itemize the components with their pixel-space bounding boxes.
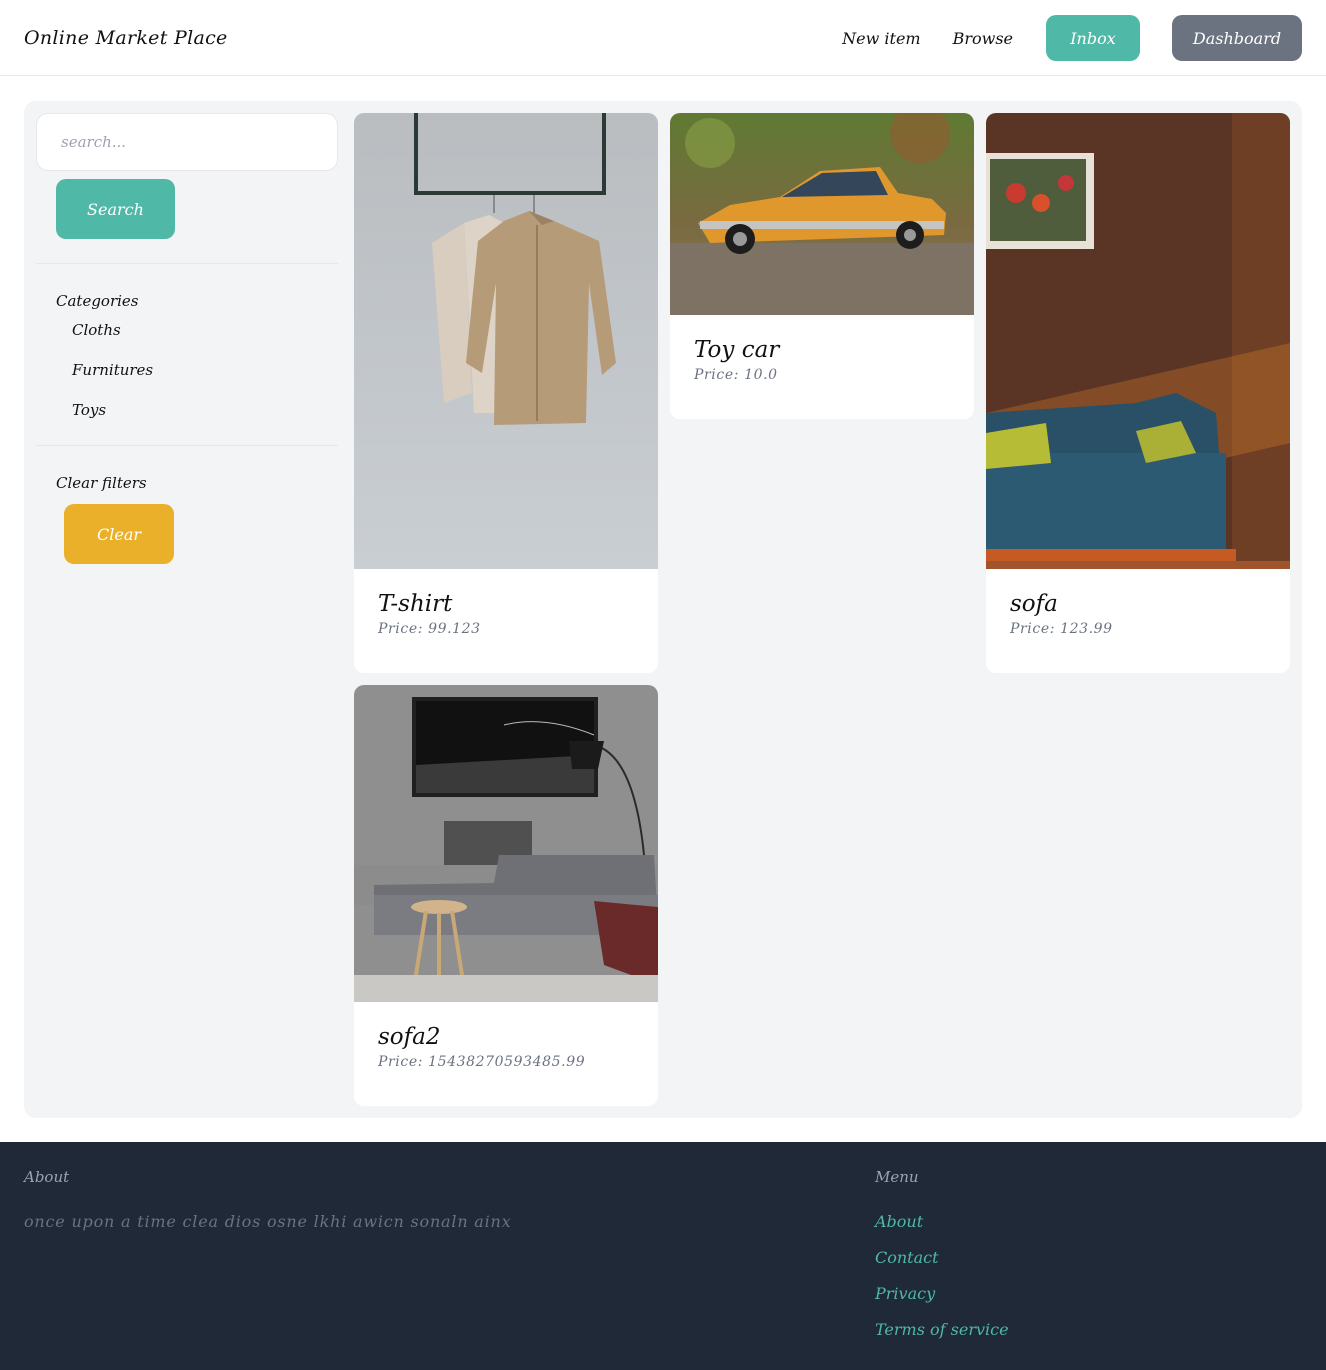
divider: [36, 263, 338, 264]
item-name: sofa: [1010, 591, 1058, 617]
item-name: sofa2: [378, 1024, 441, 1050]
footer-link-terms[interactable]: Terms of service: [875, 1320, 1009, 1356]
new-item-link[interactable]: New item: [842, 29, 920, 48]
brand-logo[interactable]: Online Market Place: [24, 27, 228, 49]
living-room-sofa-image: [354, 685, 658, 1002]
filter-sidebar: Search Categories Cloths Furnitures Toys…: [36, 113, 338, 564]
item-price: Price: 10.0: [694, 367, 778, 383]
category-list: Cloths Furnitures Toys: [72, 320, 338, 440]
orange-toy-car-image: [670, 113, 974, 315]
footer-link-privacy[interactable]: Privacy: [875, 1284, 1009, 1320]
item-price: Price: 15438270593485.99: [378, 1054, 586, 1070]
item-price: Price: 123.99: [1010, 621, 1113, 637]
item-card-sofa[interactable]: sofa Price: 123.99: [986, 113, 1290, 673]
footer-menu: About Contact Privacy Terms of service: [875, 1212, 1009, 1356]
footer-menu-title: Menu: [875, 1168, 919, 1186]
search-input[interactable]: [36, 113, 338, 171]
card-body: Toy car Price: 10.0: [670, 315, 974, 383]
item-name: Toy car: [694, 337, 780, 363]
clear-button[interactable]: Clear: [64, 504, 174, 564]
item-price: Price: 99.123: [378, 621, 481, 637]
footer-about-title: About: [24, 1168, 70, 1186]
category-toys[interactable]: Toys: [72, 400, 338, 440]
shirts-on-hanger-image: [354, 113, 658, 569]
divider: [36, 445, 338, 446]
browse-panel: Search Categories Cloths Furnitures Toys…: [24, 101, 1302, 1118]
card-body: sofa2 Price: 15438270593485.99: [354, 1002, 658, 1070]
dashboard-button[interactable]: Dashboard: [1172, 15, 1302, 61]
footer-link-about[interactable]: About: [875, 1212, 1009, 1248]
category-furnitures[interactable]: Furnitures: [72, 360, 338, 400]
search-button[interactable]: Search: [56, 179, 175, 239]
item-card-sofa2[interactable]: sofa2 Price: 15438270593485.99: [354, 685, 658, 1106]
card-body: T-shirt Price: 99.123: [354, 569, 658, 637]
blue-sofa-image: [986, 113, 1290, 569]
categories-title: Categories: [56, 292, 139, 310]
item-name: T-shirt: [378, 591, 453, 617]
card-body: sofa Price: 123.99: [986, 569, 1290, 637]
top-navbar: Online Market Place New item Browse Inbo…: [0, 0, 1326, 76]
inbox-button[interactable]: Inbox: [1046, 15, 1140, 61]
footer-about-text: once upon a time clea dios osne lkhi awi…: [24, 1212, 512, 1231]
category-cloths[interactable]: Cloths: [72, 320, 338, 360]
nav-links: New item Browse Inbox Dashboard: [842, 15, 1302, 61]
item-card-toy-car[interactable]: Toy car Price: 10.0: [670, 113, 974, 419]
item-card-tshirt[interactable]: T-shirt Price: 99.123: [354, 113, 658, 673]
footer-link-contact[interactable]: Contact: [875, 1248, 1009, 1284]
footer: About once upon a time clea dios osne lk…: [0, 1142, 1326, 1370]
browse-link[interactable]: Browse: [953, 29, 1013, 48]
clear-filters-title: Clear filters: [56, 474, 147, 492]
